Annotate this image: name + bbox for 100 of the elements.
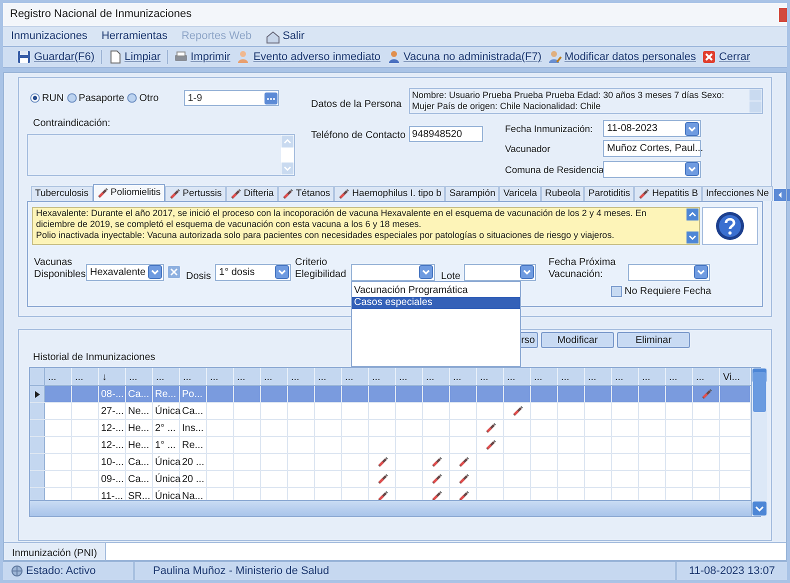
tab[interactable]: Poliomielitis bbox=[92, 184, 165, 201]
close-button[interactable] bbox=[779, 8, 787, 22]
tab[interactable]: Rubeola bbox=[541, 186, 584, 201]
table-cell: Única bbox=[153, 471, 180, 487]
section-title: Historial de Inmunizaciones bbox=[33, 351, 156, 365]
syringe-icon bbox=[512, 405, 524, 417]
column-header[interactable]: ... bbox=[585, 368, 612, 385]
table-cell: Ca... bbox=[126, 454, 153, 470]
table-row[interactable]: 27-... Ne... ÚnicaCa... bbox=[30, 403, 751, 420]
phone-field[interactable]: 948948520 bbox=[409, 126, 483, 142]
table-cell: 20 ... bbox=[180, 471, 207, 487]
toolbar-button[interactable]: Guardar(F6) bbox=[17, 48, 95, 66]
action-button[interactable]: Eliminar bbox=[617, 332, 690, 348]
column-header[interactable]: ... bbox=[72, 368, 99, 385]
syringe-icon bbox=[96, 186, 109, 199]
table-cell: Po... bbox=[180, 386, 207, 402]
checkbox[interactable]: No Requiere Fecha bbox=[611, 284, 712, 299]
table-row[interactable]: 12-... He... 2° ... Ins... bbox=[30, 420, 751, 437]
column-header[interactable]: ... bbox=[180, 368, 207, 385]
action-button[interactable]: Modificar bbox=[541, 332, 614, 348]
toolbar-button[interactable]: Limpiar bbox=[108, 48, 161, 66]
column-header[interactable]: ... bbox=[639, 368, 666, 385]
tab[interactable]: Tétanos bbox=[278, 186, 334, 201]
table-cell: 12-... bbox=[99, 420, 126, 436]
column-header[interactable]: ... bbox=[396, 368, 423, 385]
menu-item[interactable]: Herramientas bbox=[101, 28, 168, 45]
next-date-picker[interactable] bbox=[628, 264, 710, 281]
column-header[interactable]: ... bbox=[450, 368, 477, 385]
radio-icon bbox=[127, 93, 138, 103]
syringe-icon bbox=[377, 456, 389, 468]
date-picker[interactable]: 11-08-2023 bbox=[603, 120, 701, 138]
table-cell: Ca... bbox=[126, 471, 153, 487]
scroll-thumb[interactable] bbox=[753, 372, 766, 412]
toolbar-button[interactable]: Evento adverso inmediato bbox=[236, 48, 381, 66]
column-header[interactable]: ... bbox=[153, 368, 180, 385]
column-header[interactable]: ... bbox=[693, 368, 720, 385]
help-button[interactable] bbox=[702, 206, 758, 245]
dropdown-option[interactable]: Vacunación Programática bbox=[352, 284, 520, 297]
tab[interactable]: Inmunización (PNI) bbox=[4, 543, 106, 560]
column-header[interactable]: ... bbox=[342, 368, 369, 385]
radio-button[interactable]: RUN bbox=[30, 90, 64, 106]
column-header[interactable]: ... bbox=[558, 368, 585, 385]
column-header[interactable]: ... bbox=[369, 368, 396, 385]
table-cell: 20 ... bbox=[180, 454, 207, 470]
dose-dropdown[interactable]: 1° dosis bbox=[215, 264, 292, 281]
tab[interactable]: Sarampión bbox=[445, 186, 500, 201]
toolbar-button[interactable]: Modificar datos personales bbox=[548, 48, 696, 66]
table-cell: 08-... bbox=[99, 386, 126, 402]
table-row[interactable]: 12-... He... 1° ... Re... bbox=[30, 437, 751, 454]
vaccine-dropdown[interactable]: Hexavalente bbox=[86, 264, 164, 281]
tab[interactable]: Tuberculosis bbox=[31, 186, 93, 201]
tab[interactable]: Pertussis bbox=[164, 186, 226, 201]
scrollbar[interactable] bbox=[751, 368, 767, 516]
printer-icon bbox=[174, 50, 188, 64]
document-icon bbox=[108, 50, 122, 64]
column-header[interactable]: ... bbox=[288, 368, 315, 385]
tab[interactable]: Hepatitis B bbox=[634, 186, 702, 201]
eligibility-dropdown[interactable] bbox=[351, 264, 436, 281]
column-header[interactable]: ... bbox=[207, 368, 234, 385]
lot-dropdown[interactable] bbox=[464, 264, 536, 281]
column-header[interactable]: ... bbox=[315, 368, 342, 385]
menu-item[interactable]: Salir bbox=[266, 28, 305, 45]
tab[interactable]: Infecciones Ne bbox=[702, 186, 773, 201]
column-header[interactable]: ... bbox=[234, 368, 261, 385]
tab[interactable]: Difteria bbox=[226, 186, 278, 201]
radio-button[interactable]: Pasaporte bbox=[66, 90, 124, 106]
syringe-icon bbox=[377, 490, 389, 500]
tab[interactable]: Haemophilus I. tipo b bbox=[334, 186, 446, 201]
radio-button[interactable]: Otro bbox=[127, 90, 159, 106]
column-header[interactable]: ... bbox=[666, 368, 693, 385]
toolbar-button[interactable]: Imprimir bbox=[174, 48, 230, 66]
tab[interactable]: Parotiditis bbox=[584, 186, 634, 201]
table-cell: 1° ... bbox=[153, 437, 180, 453]
field-label: Datos de la Persona bbox=[311, 98, 403, 112]
toolbar-button[interactable]: Vacuna no administrada(F7) bbox=[386, 48, 542, 66]
column-header[interactable]: ... bbox=[423, 368, 450, 385]
menu-item[interactable]: Inmunizaciones bbox=[11, 28, 88, 45]
table-cell: 10-... bbox=[99, 454, 126, 470]
house-icon bbox=[266, 30, 280, 44]
column-header[interactable]: ... bbox=[126, 368, 153, 385]
globe-icon bbox=[11, 565, 23, 577]
column-header[interactable]: ... bbox=[45, 368, 72, 385]
dropdown-option[interactable]: Casos especiales bbox=[352, 296, 520, 309]
column-header[interactable]: ... bbox=[504, 368, 531, 385]
contraindication-field[interactable] bbox=[27, 134, 295, 176]
table-row[interactable]: 10-... Ca... Única20 ... bbox=[30, 454, 751, 471]
syringe-icon bbox=[282, 188, 294, 200]
person-icon bbox=[236, 50, 250, 64]
toolbar-button[interactable]: Cerrar bbox=[702, 48, 750, 66]
table-row[interactable]: 09-... Ca... Única20 ... bbox=[30, 471, 751, 488]
column-header[interactable]: ... bbox=[612, 368, 639, 385]
column-header[interactable]: ... bbox=[531, 368, 558, 385]
column-header[interactable]: ... bbox=[477, 368, 504, 385]
column-header[interactable]: ... bbox=[261, 368, 288, 385]
vaccinator-dropdown[interactable]: Muñoz Cortes, Paul... bbox=[603, 140, 701, 158]
field-label: Contraindicación: bbox=[32, 117, 112, 131]
commune-dropdown[interactable] bbox=[603, 160, 701, 178]
tab[interactable]: Varicela bbox=[499, 186, 541, 201]
column-header[interactable]: ↓ bbox=[99, 368, 126, 385]
id-field[interactable]: 1-9 bbox=[184, 90, 279, 106]
